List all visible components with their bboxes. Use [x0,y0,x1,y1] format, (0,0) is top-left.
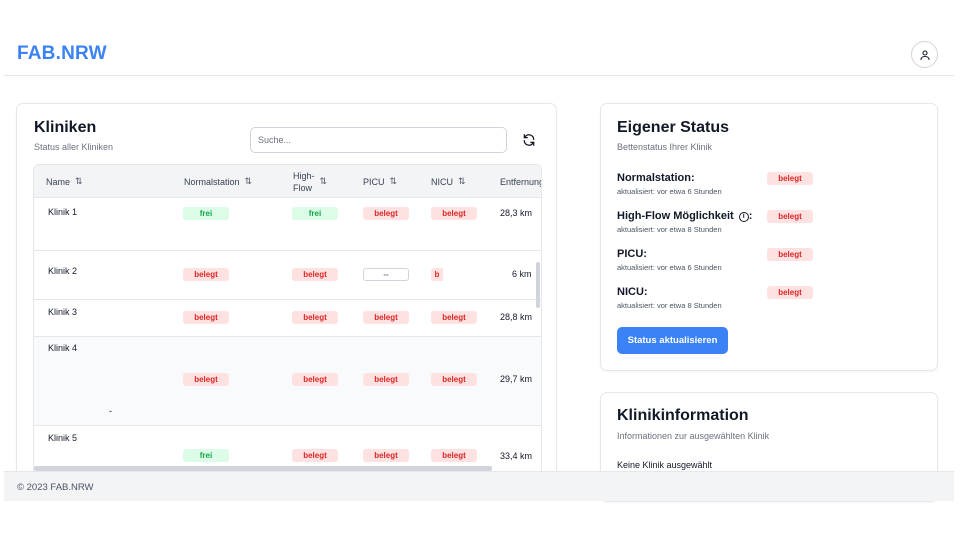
status-aktualisieren-button[interactable]: Status aktualisieren [617,327,728,354]
picu-badge: belegt [363,207,409,220]
footer: © 2023 FAB.NRW [4,471,954,501]
klinikinfo-subtitle: Informationen zur ausgewählten Klinik [617,431,770,441]
status-badge-nicu: belegt [767,286,813,299]
picu-badge: -- [363,268,409,281]
status-updated-highflow: aktualisiert: vor etwa 8 Stunden [617,225,722,234]
footer-copyright: © 2023 FAB.NRW [17,482,94,493]
status-updated-nicu: aktualisiert: vor etwa 8 Stunden [617,301,722,310]
column-header-entfernung[interactable]: Entfernung [500,165,541,198]
clinic-name: Klinik 4 [48,343,78,353]
normalstation-badge: frei [183,449,229,462]
table-row[interactable]: Klinik 3 belegt belegt belegt belegt 28,… [34,300,541,337]
table-row[interactable]: Klinik 4 belegt belegt belegt belegt 29,… [34,337,541,426]
nicu-badge: belegt [431,449,477,462]
refresh-button[interactable] [520,131,538,149]
column-header-picu[interactable]: PICU ⇅ [363,165,397,198]
distance: 29,7 km [500,374,533,384]
kliniken-subtitle: Status aller Kliniken [34,142,114,152]
clinic-name: Klinik 3 [48,307,78,317]
clinic-name: Klinik 1 [48,207,78,217]
column-header-highflow[interactable]: High- Flow ⇅ [293,165,327,198]
table-row[interactable]: Klinik 1 frei frei belegt belegt 28,3 km [34,198,541,251]
refresh-icon [523,134,535,146]
sort-icon: ⇅ [244,176,253,186]
row-extra-text: - [109,406,112,416]
kliniken-table: Name ⇅ Normalstation ⇅ High- Flow ⇅ PICU ⇅ NI… [33,164,542,482]
picu-badge: belegt [363,311,409,324]
highflow-badge: belegt [292,311,338,324]
nicu-badge: belegt [431,311,477,324]
eigener-status-card: Eigener Status Bettenstatus Ihrer Klinik… [600,103,938,371]
sort-icon: ⇅ [319,176,328,186]
kliniken-card: Kliniken Status aller Kliniken Name⇅ Nor… [16,103,557,483]
klinikinfo-title: Klinikinformation [617,407,749,424]
distance: 28,3 km [500,208,533,218]
brand-logo[interactable]: FAB.NRW [17,43,107,65]
normalstation-badge: belegt [183,373,229,386]
kliniken-title: Kliniken [34,119,97,136]
status-label-nicu: NICU: [617,286,648,298]
picu-badge: belegt [363,373,409,386]
status-updated-normalstation: aktualisiert: vor etwa 6 Stunden [617,187,722,196]
status-badge-picu: belegt [767,248,813,261]
status-label-normalstation: Normalstation: [617,172,695,184]
highflow-badge: frei [292,207,338,220]
highflow-badge: belegt [292,373,338,386]
vertical-scrollbar[interactable] [536,262,540,308]
nicu-badge: b [431,268,443,281]
status-title: Eigener Status [617,119,730,136]
app: FAB.NRW Kliniken Status aller Kliniken N… [4,0,954,502]
sort-icon: ⇅ [75,176,83,186]
nicu-badge: belegt [431,207,477,220]
nicu-badge: belegt [431,373,477,386]
distance: 28,8 km [500,312,533,322]
column-header-nicu[interactable]: NICU ⇅ [431,165,466,198]
status-badge-normalstation: belegt [767,172,813,185]
highflow-badge: belegt [292,449,338,462]
status-updated-picu: aktualisiert: vor etwa 6 Stunden [617,263,722,272]
highflow-badge: belegt [292,268,338,281]
user-menu-button[interactable] [911,41,938,68]
table-row[interactable]: Klinik 2 belegt belegt -- b 6 km [34,251,541,300]
clinic-name: Klinik 5 [48,433,78,443]
distance: 6 km [512,269,532,279]
normalstation-badge: frei [183,207,229,220]
distance: 33,4 km [500,451,533,461]
status-label-highflow: High-Flow Möglichkeit i: [617,210,753,222]
table-header: Name ⇅ Normalstation ⇅ High- Flow ⇅ PICU ⇅ NI… [34,165,541,198]
picu-badge: belegt [363,449,409,462]
info-icon[interactable]: i [738,212,749,222]
search-input[interactable] [250,127,507,153]
sort-icon: ⇅ [458,176,466,186]
column-header-normalstation[interactable]: Normalstation ⇅ [184,165,252,198]
top-bar: FAB.NRW [4,28,954,76]
status-subtitle: Bettenstatus Ihrer Klinik [617,142,713,152]
normalstation-badge: belegt [183,311,229,324]
user-icon [919,49,930,60]
status-label-picu: PICU: [617,248,647,260]
klinikinfo-empty-text: Keine Klinik ausgewählt [617,460,713,470]
sort-icon: ⇅ [389,176,398,186]
normalstation-badge: belegt [183,268,229,281]
column-header-name[interactable]: Name ⇅ [46,165,83,198]
clinic-name: Klinik 2 [48,266,78,276]
status-badge-highflow: belegt [767,210,813,223]
